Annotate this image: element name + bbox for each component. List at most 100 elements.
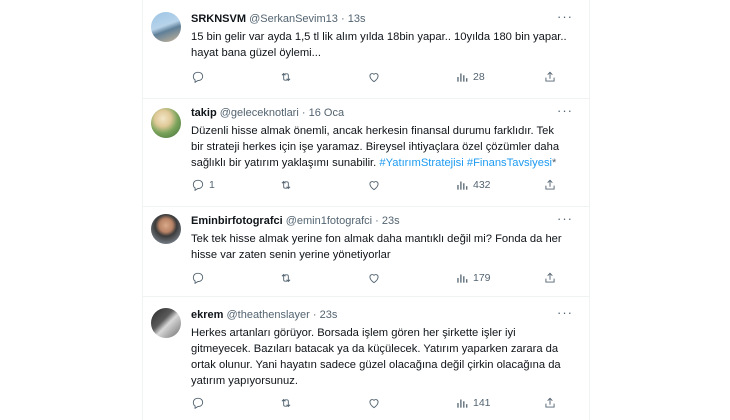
action-bar: 28 <box>191 70 583 88</box>
heart-icon <box>369 181 379 191</box>
retweet-button[interactable] <box>279 70 297 84</box>
tweet-text: Herkes artanları görüyor. Borsada işlem … <box>191 325 583 389</box>
views-button[interactable]: 28 <box>455 70 485 84</box>
like-button[interactable] <box>367 70 385 84</box>
timestamp[interactable]: 23s <box>320 309 338 321</box>
retweet-button[interactable] <box>279 396 297 410</box>
views-button[interactable]: 432 <box>455 178 491 192</box>
share-icon <box>545 179 555 190</box>
reply-button[interactable] <box>191 271 209 285</box>
like-button[interactable] <box>367 271 385 285</box>
hashtag-link[interactable]: #YatırımStratejisi <box>379 157 463 169</box>
views-icon <box>457 73 468 82</box>
reply-button[interactable] <box>191 396 209 410</box>
more-icon[interactable]: ··· <box>557 103 573 118</box>
tweet-line-text: sağlıklı bir yatırım yaklaşımı sunabilir… <box>191 157 377 169</box>
more-icon[interactable]: ··· <box>557 305 573 320</box>
reply-icon <box>192 179 204 192</box>
like-button[interactable] <box>367 396 385 410</box>
tweet-line: gitmeyecek. Bazıları batacak ya da küçül… <box>191 343 559 355</box>
views-icon <box>457 181 468 190</box>
display-name[interactable]: ekrem <box>191 309 223 321</box>
tweet-line: Düzenli hisse almak önemli, ancak herkes… <box>191 125 554 137</box>
display-name[interactable]: takip <box>191 107 217 119</box>
hashtag-link[interactable]: #FinansTavsiyesi <box>467 157 552 169</box>
tweet-text: 15 bin gelir var ayda 1,5 tl lik alım yı… <box>191 29 583 61</box>
display-name[interactable]: Eminbirfotografci <box>191 215 283 227</box>
tweet-text: Tek tek hisse almak yerine fon almak dah… <box>191 231 583 263</box>
tweet-line: ortak olunur. Yani hayatın sadece güzel … <box>191 359 561 371</box>
action-bar: 141 <box>191 396 583 414</box>
avatar[interactable] <box>151 12 181 42</box>
timestamp[interactable]: 16 Oca <box>309 107 344 119</box>
tweet-header: ekrem @theathenslayer · 23s <box>191 309 337 321</box>
share-icon <box>545 71 555 82</box>
timestamp[interactable]: 23s <box>382 215 400 227</box>
user-handle[interactable]: @SerkanSevim13 <box>249 13 338 25</box>
retweet-button[interactable] <box>279 271 297 285</box>
views-button[interactable]: 141 <box>455 396 491 410</box>
share-button[interactable] <box>543 271 557 285</box>
tweet-4[interactable]: ekrem @theathenslayer · 23s ··· Herkes a… <box>143 296 589 420</box>
timestamp[interactable]: 13s <box>348 13 366 25</box>
retweet-icon <box>281 398 291 408</box>
tweet-3[interactable]: Eminbirfotografci @emin1fotografci · 23s… <box>143 206 589 297</box>
timeline: SRKNSVM @SerkanSevim13 · 13s ··· 15 bin … <box>142 0 590 420</box>
action-bar: 1 432 <box>191 178 583 196</box>
more-icon[interactable]: ··· <box>557 9 573 24</box>
share-button[interactable] <box>543 396 557 410</box>
views-count: 432 <box>473 179 491 191</box>
text-suffix: * <box>552 157 557 169</box>
avatar[interactable] <box>151 108 181 138</box>
separator: · <box>375 215 379 227</box>
user-handle[interactable]: @emin1fotografci <box>286 215 372 227</box>
tweet-line: hayat bana güzel öylemi... <box>191 47 321 59</box>
share-button[interactable] <box>543 178 557 192</box>
reply-count: 1 <box>209 179 215 191</box>
tweet-header: takip @gelecek​notlari · 16 Oca <box>191 107 344 119</box>
avatar[interactable] <box>151 308 181 338</box>
tweet-1[interactable]: SRKNSVM @SerkanSevim13 · 13s ··· 15 bin … <box>143 0 589 99</box>
tweet-line: Tek tek hisse almak yerine fon almak dah… <box>191 233 562 245</box>
tweet-line: 15 bin gelir var ayda 1,5 tl lik alım yı… <box>191 31 567 43</box>
user-handle[interactable]: @theathenslayer <box>226 309 309 321</box>
display-name[interactable]: SRKNSVM <box>191 13 246 25</box>
separator: · <box>340 13 345 25</box>
tweet-header: SRKNSVM @SerkanSevim13 · 13s <box>191 13 365 25</box>
share-button[interactable] <box>543 70 557 84</box>
views-icon <box>457 399 468 408</box>
heart-icon <box>369 73 379 83</box>
views-count: 28 <box>473 71 485 83</box>
views-count: 141 <box>473 397 491 409</box>
tweet-line: yatırım yapıyorsunuz. <box>191 375 298 387</box>
reply-icon <box>192 71 204 84</box>
retweet-icon <box>281 180 291 190</box>
more-icon[interactable]: ··· <box>557 211 573 226</box>
reply-icon <box>192 397 204 410</box>
tweet-2[interactable]: takip @gelecek​notlari · 16 Oca ··· Düze… <box>143 98 589 207</box>
like-button[interactable] <box>367 178 385 192</box>
reply-button[interactable]: 1 <box>191 178 215 192</box>
retweet-button[interactable] <box>279 178 297 192</box>
heart-icon <box>369 399 379 409</box>
separator: · <box>312 309 317 321</box>
tweet-line: Herkes artanları görüyor. Borsada işlem … <box>191 327 516 339</box>
retweet-icon <box>281 72 291 82</box>
avatar[interactable] <box>151 214 181 244</box>
action-bar: 179 <box>191 271 583 289</box>
views-button[interactable]: 179 <box>455 271 491 285</box>
heart-icon <box>369 274 379 284</box>
share-icon <box>545 397 555 408</box>
tweet-line: hisse var zaten senin yerine yönetiyorla… <box>191 249 391 261</box>
views-icon <box>457 274 468 283</box>
retweet-icon <box>281 273 291 283</box>
tweet-header: Eminbirfotografci @emin1fotografci · 23s <box>191 215 400 227</box>
tweet-text: Düzenli hisse almak önemli, ancak herkes… <box>191 123 583 171</box>
separator: · <box>301 107 306 119</box>
reply-button[interactable] <box>191 70 209 84</box>
user-handle[interactable]: @gelecek​notlari <box>220 107 299 119</box>
tweet-line: sağlıklı bir yatırım yaklaşımı sunabilir… <box>191 155 583 171</box>
tweet-line: bir strateji herkes için işe yaramaz. Bi… <box>191 141 560 153</box>
reply-icon <box>192 272 204 285</box>
share-icon <box>545 272 555 283</box>
